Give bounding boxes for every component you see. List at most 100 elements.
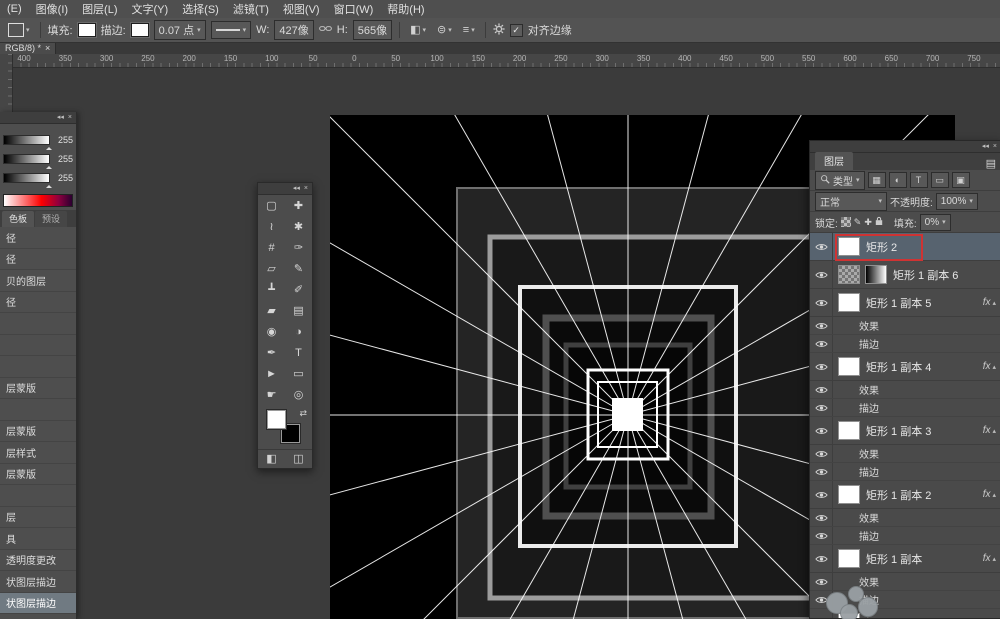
collapse-panel-icon[interactable]: ◂◂ (57, 114, 64, 121)
effect-visibility-toggle[interactable] (810, 573, 833, 590)
panel-menu-icon[interactable]: ▤ (986, 159, 996, 170)
layer-effect-stroke-row[interactable]: 描边 (810, 463, 1000, 481)
filter-kind-dropdown[interactable]: 类型 ▾ (815, 170, 865, 190)
close-icon[interactable]: × (68, 114, 72, 121)
lasso-tool[interactable]: ≀ (258, 216, 285, 237)
history-item[interactable]: 径 (0, 249, 76, 270)
eraser-tool[interactable]: ▰ (258, 300, 285, 321)
eyedropper-tool[interactable]: ✑ (285, 237, 312, 258)
menu-item[interactable]: 帮助(H) (380, 0, 431, 18)
history-item[interactable]: 具 (0, 528, 76, 550)
tab-layers[interactable]: 图层 (815, 152, 853, 170)
layer-thumbnail[interactable] (838, 293, 860, 312)
history-brush-tool[interactable]: ✐ (285, 279, 312, 300)
link-dimensions-icon[interactable] (318, 24, 332, 36)
effect-visibility-toggle[interactable] (810, 463, 833, 480)
screen-mode-button[interactable]: ◫ (293, 453, 303, 465)
effect-visibility-toggle[interactable] (810, 317, 833, 334)
menu-item[interactable]: 选择(S) (175, 0, 226, 18)
opacity-field[interactable]: 100% ▾ (935, 192, 978, 210)
layer-visibility-toggle[interactable] (810, 353, 833, 380)
layer-row[interactable]: 矩形 1 副本 2 fx ▴ (810, 481, 1000, 509)
history-item[interactable] (0, 399, 76, 421)
pen-tool[interactable]: ✒ (258, 342, 285, 363)
effect-visibility-toggle[interactable] (810, 445, 833, 462)
effect-visibility-toggle[interactable] (810, 335, 833, 352)
close-icon[interactable]: × (45, 43, 50, 53)
color-slider[interactable] (3, 153, 52, 169)
layer-row[interactable]: 矩形 1 副本 4 fx ▴ (810, 353, 1000, 381)
layer-effects-row[interactable]: 效果 (810, 509, 1000, 527)
layer-effects-row[interactable]: 效果 (810, 445, 1000, 463)
layer-row[interactable]: 矩形 1 副本 fx ▴ (810, 545, 1000, 573)
layer-thumbnail[interactable] (838, 265, 860, 284)
healing-brush-tool[interactable]: ▱ (258, 258, 285, 279)
stroke-type-dropdown[interactable]: ▾ (210, 21, 252, 39)
tab-presets[interactable]: 预设 (35, 211, 68, 227)
layer-effects-row[interactable]: 效果 (810, 573, 1000, 591)
history-item[interactable]: 径 (0, 292, 76, 313)
history-item[interactable]: 贝的图层 (0, 270, 76, 292)
path-operations-button[interactable]: ◧ ▾ (407, 24, 429, 37)
layer-visibility-toggle[interactable] (810, 261, 833, 288)
clone-stamp-tool[interactable]: ┻ (258, 279, 285, 300)
quick-mask-button[interactable]: ◧ (266, 453, 276, 465)
lock-all-icon[interactable] (875, 216, 883, 229)
gradient-tool[interactable]: ▤ (285, 300, 312, 321)
layer-row[interactable]: 矩形 1 副本 3 fx ▴ (810, 417, 1000, 445)
layer-row[interactable]: 矩形 1 副本 6 (810, 261, 1000, 289)
menu-item[interactable]: (E) (0, 0, 29, 18)
history-item[interactable] (0, 313, 76, 335)
foreground-color-chip[interactable] (267, 410, 286, 429)
hand-tool[interactable]: ☛ (258, 384, 285, 405)
gear-icon[interactable] (493, 22, 505, 38)
menu-item[interactable]: 文字(Y) (125, 0, 176, 18)
fx-badge[interactable]: fx (983, 425, 991, 436)
fx-collapse-icon[interactable]: ▴ (992, 427, 996, 435)
layer-fill-field[interactable]: 0% ▾ (919, 213, 951, 231)
width-input[interactable]: 427像 (274, 20, 314, 40)
dodge-tool[interactable]: ◑ (285, 321, 312, 342)
stroke-width-field[interactable]: 0.07 点 ▾ (153, 20, 206, 40)
effect-visibility-toggle[interactable] (810, 399, 833, 416)
layer-thumbnail[interactable] (838, 485, 860, 504)
layer-row[interactable]: 矩形 2 (810, 233, 1000, 261)
crop-tool[interactable]: # (258, 237, 285, 258)
history-item[interactable] (0, 485, 76, 507)
layer-visibility-toggle[interactable] (810, 545, 833, 572)
zoom-tool[interactable]: ◎ (285, 384, 312, 405)
fx-collapse-icon[interactable]: ▴ (992, 491, 996, 499)
layer-effect-stroke-row[interactable]: 描边 (810, 527, 1000, 545)
swap-colors-icon[interactable]: ⇄ (299, 408, 307, 419)
close-icon[interactable]: × (993, 143, 997, 150)
effect-visibility-toggle[interactable] (810, 381, 833, 398)
layer-thumbnail[interactable] (838, 237, 860, 256)
layer-effect-stroke-row[interactable]: 描边 (810, 399, 1000, 417)
tool-preset-picker[interactable]: ▾ (5, 22, 33, 38)
layer-effects-row[interactable]: 效果 (810, 381, 1000, 399)
history-item[interactable]: 层蒙版 (0, 421, 76, 442)
fx-badge[interactable]: fx (983, 553, 991, 564)
menu-item[interactable]: 图像(I) (29, 0, 75, 18)
lock-transparency-icon[interactable] (840, 217, 851, 227)
history-item[interactable]: 层样式 (0, 442, 76, 464)
layer-visibility-toggle[interactable] (810, 289, 833, 316)
filter-smart-objects-icon[interactable]: ▣ (951, 172, 970, 188)
layer-thumbnail[interactable] (838, 549, 860, 568)
color-slider[interactable] (3, 172, 52, 188)
menu-item[interactable]: 窗口(W) (327, 0, 381, 18)
collapse-panel-icon[interactable]: ◂◂ (982, 143, 989, 150)
history-item[interactable]: 透明度更改 (0, 550, 76, 571)
layer-visibility-toggle[interactable] (810, 233, 833, 260)
document-tab[interactable]: RGB/8) * × (0, 42, 57, 54)
menu-item[interactable]: 图层(L) (75, 0, 124, 18)
history-item[interactable] (0, 356, 76, 378)
path-alignment-button[interactable]: ⊜ ▾ (434, 24, 455, 37)
brush-tool[interactable]: ✎ (285, 258, 312, 279)
filter-pixel-layers-icon[interactable]: ▦ (867, 172, 886, 188)
history-item[interactable]: 层 (0, 507, 76, 528)
history-item[interactable]: 状图层描边 (0, 592, 76, 614)
stroke-color-swatch[interactable] (130, 23, 149, 37)
blur-tool[interactable]: ◉ (258, 321, 285, 342)
layer-thumbnail[interactable] (838, 357, 860, 376)
